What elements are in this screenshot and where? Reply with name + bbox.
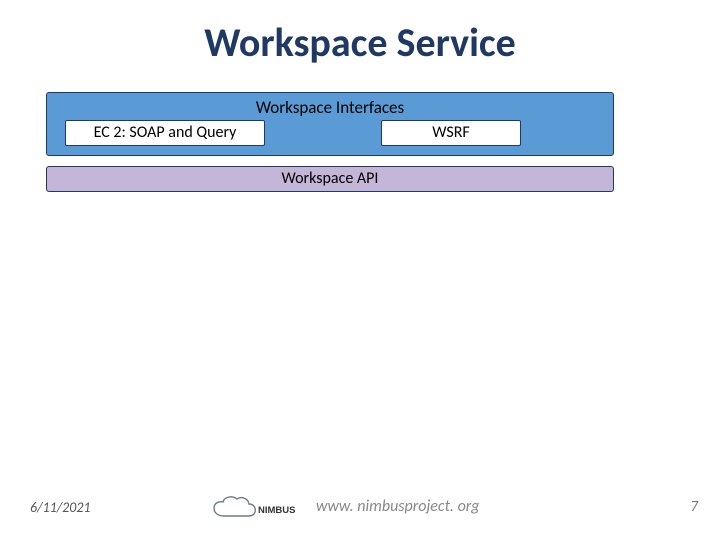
logo-text: NIMBUS [258, 505, 295, 516]
workspace-interfaces-label: Workspace Interfaces [47, 97, 613, 118]
wsrf-box: WSRF [381, 120, 521, 146]
footer-date: 6/11/2021 [30, 499, 91, 516]
footer-url: www. nimbusproject. org [316, 497, 480, 516]
page-number: 7 [690, 498, 698, 516]
cloud-icon: NIMBUS [208, 492, 304, 526]
workspace-interfaces-box: Workspace Interfaces EC 2: SOAP and Quer… [46, 92, 614, 156]
page-title: Workspace Service [0, 18, 720, 67]
ec2-box: EC 2: SOAP and Query [65, 120, 265, 146]
nimbus-logo: NIMBUS [208, 492, 304, 526]
slide: Workspace Service Workspace Interfaces E… [0, 0, 720, 540]
workspace-api-box: Workspace API [46, 166, 614, 192]
